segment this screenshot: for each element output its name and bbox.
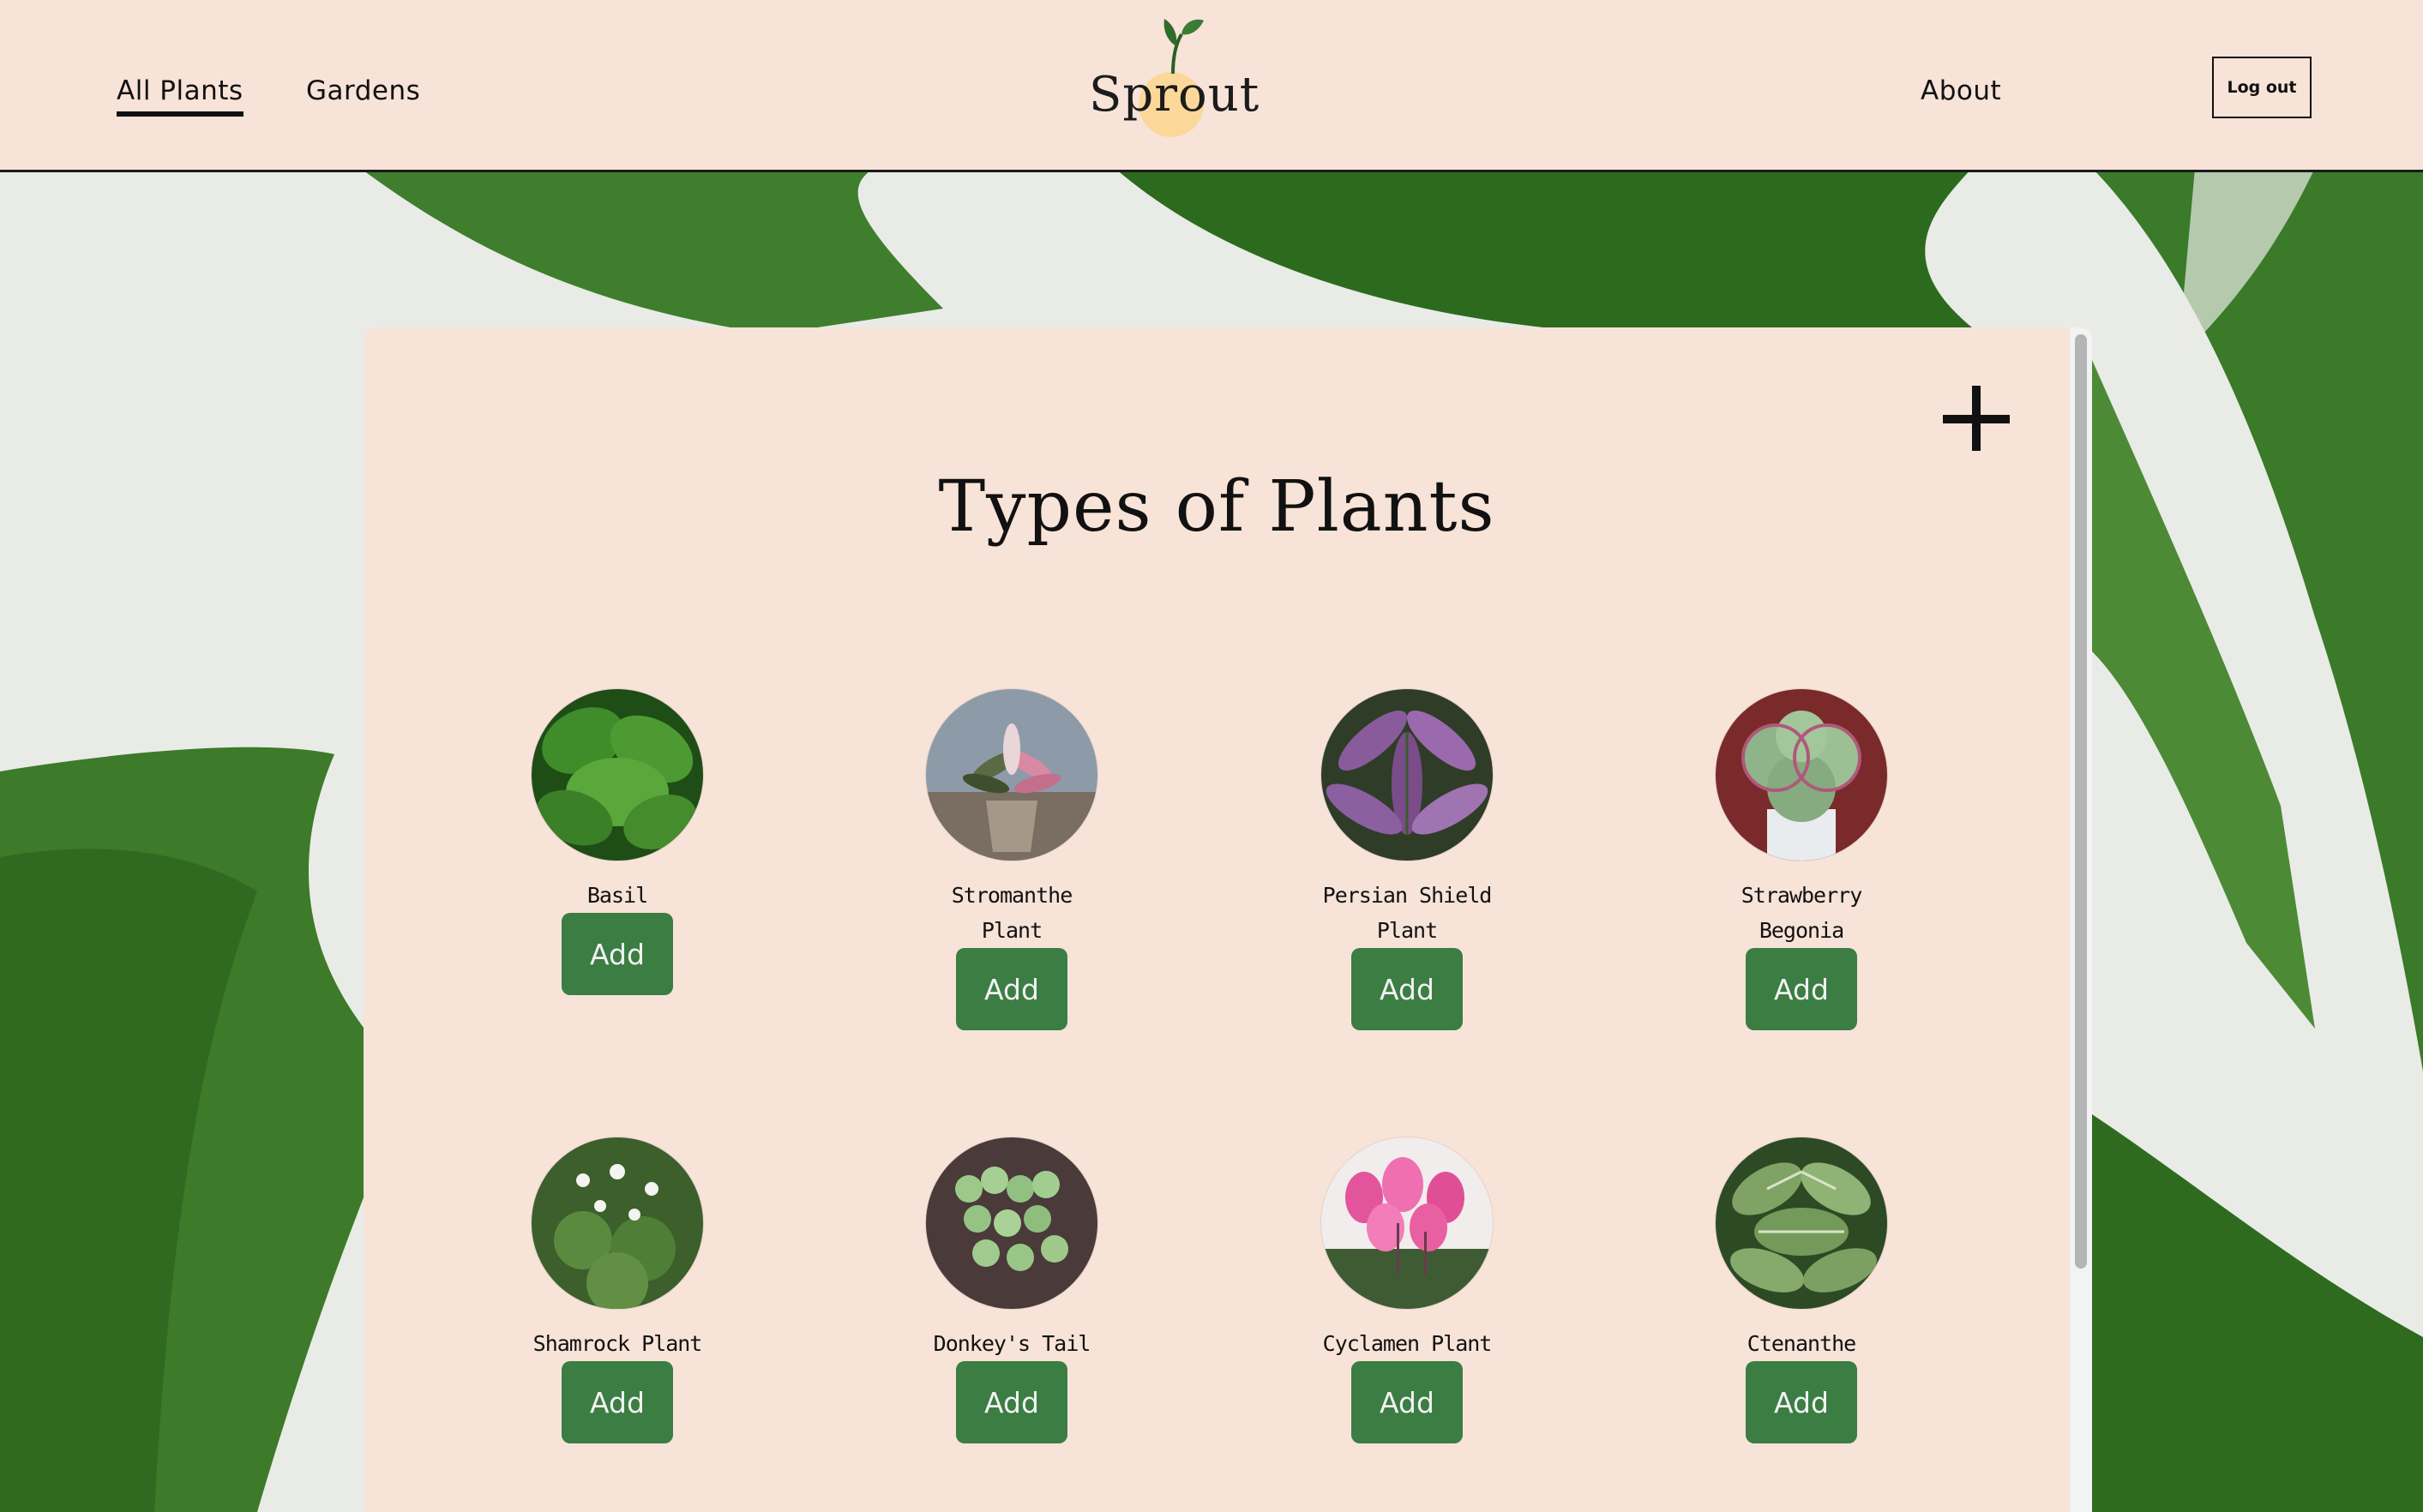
top-navbar: All Plants Gardens Sprout About Log out: [0, 0, 2423, 172]
add-plant-plus-icon[interactable]: [1943, 384, 2015, 456]
logo-wordmark: Sprout: [1089, 67, 1260, 123]
donkeys-tail-image: [926, 1137, 1097, 1309]
add-plant-button[interactable]: Add: [1351, 1361, 1463, 1443]
scrollbar-thumb[interactable]: [2075, 334, 2087, 1269]
plant-name: Cyclamen Plant: [1322, 1331, 1493, 1356]
sprout-icon: [1163, 19, 1204, 74]
scrollbar-track[interactable]: [2070, 327, 2092, 1512]
add-plant-button[interactable]: Add: [1746, 948, 1857, 1030]
logout-button[interactable]: Log out: [2212, 57, 2312, 118]
plant-name: Stromanthe Plant: [951, 883, 1073, 943]
plant-name: Strawberry Begonia: [1741, 883, 1863, 943]
plant-card-strawberry-begonia: Strawberry Begonia Add: [1690, 689, 1913, 1030]
add-plant-button[interactable]: Add: [956, 1361, 1067, 1443]
plant-card-basil: Basil Add: [506, 689, 729, 995]
page-title: Types of Plants: [938, 466, 1495, 548]
plant-name: Basil: [586, 883, 648, 908]
ctenanthe-image: [1716, 1137, 1887, 1309]
plant-name: Donkey's Tail: [933, 1331, 1091, 1356]
shamrock-image: [532, 1137, 703, 1309]
add-plant-button[interactable]: Add: [956, 948, 1067, 1030]
plant-card-ctenanthe: Ctenanthe Add: [1690, 1137, 1913, 1443]
nav-link-all-plants[interactable]: All Plants: [117, 75, 244, 117]
plant-name: Persian Shield Plant: [1322, 883, 1493, 943]
plant-card-shamrock: Shamrock Plant Add: [506, 1137, 729, 1443]
plant-card-cyclamen: Cyclamen Plant Add: [1296, 1137, 1518, 1443]
persian-shield-image: [1321, 689, 1493, 861]
add-plant-button[interactable]: Add: [1746, 1361, 1857, 1443]
nav-link-gardens[interactable]: Gardens: [306, 75, 420, 106]
plant-card-donkeys-tail: Donkey's Tail Add: [900, 1137, 1123, 1443]
plant-card-stromanthe: Stromanthe Plant Add: [900, 689, 1123, 1030]
plant-name: Shamrock Plant: [532, 1331, 703, 1356]
stromanthe-image: [926, 689, 1097, 861]
add-plant-button[interactable]: Add: [1351, 948, 1463, 1030]
add-plant-button[interactable]: Add: [562, 1361, 673, 1443]
plant-card-persian-shield: Persian Shield Plant Add: [1296, 689, 1518, 1030]
add-plant-button[interactable]: Add: [562, 913, 673, 995]
strawberry-begonia-image: [1716, 689, 1887, 861]
sprout-logo[interactable]: Sprout: [1082, 12, 1259, 141]
plants-card: Types of Plants Basil Add Stromanthe Pla…: [364, 327, 2092, 1512]
plant-name: Ctenanthe: [1747, 1331, 1856, 1356]
basil-image: [532, 689, 703, 861]
nav-link-about[interactable]: About: [1921, 75, 2001, 106]
cyclamen-image: [1321, 1137, 1493, 1309]
